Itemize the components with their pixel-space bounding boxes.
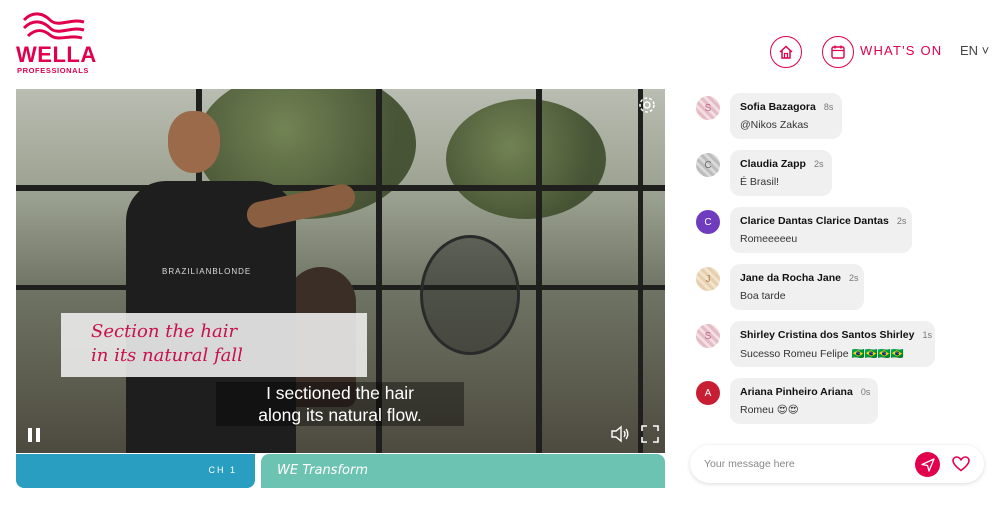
language-selector[interactable]: EN ˅ (960, 43, 989, 58)
chat-message: C Clarice Dantas Clarice Dantas 2s Romeee… (690, 204, 990, 254)
chat-message: S Sofia Bazagora 8s @Nikos Zakas (690, 90, 990, 140)
channel-tab-1[interactable]: CH 1 (16, 454, 255, 488)
chat-bubble: Claudia Zapp 2s É Brasil! (730, 150, 832, 196)
fullscreen-button[interactable] (641, 425, 659, 448)
chat-bubble: Shirley Cristina dos Santos Shirley 1s Su… (730, 321, 935, 367)
chat-text: Romeu 😍😍 (740, 404, 799, 416)
send-icon (920, 457, 935, 472)
chat-panel: S Sofia Bazagora 8s @Nikos Zakas C Claudi… (690, 88, 990, 433)
chat-time: 2s (813, 159, 824, 169)
subtitle-line-2: along its natural flow. (258, 405, 422, 425)
overlay-line-2: in its natural fall (91, 345, 243, 366)
avatar: C (696, 210, 720, 234)
chat-author: Jane da Rocha Jane (740, 272, 841, 284)
home-icon (779, 45, 793, 59)
chat-text: @Nikos Zakas (740, 119, 809, 131)
hanging-chair (420, 235, 520, 355)
video-player[interactable]: BRAZILIANBLONDE Section the hair in its … (16, 89, 665, 453)
subtitle-line-1: I sectioned the hair (266, 383, 414, 403)
chat-time: 8s (823, 102, 834, 112)
message-input[interactable] (704, 455, 904, 473)
fullscreen-icon (641, 425, 659, 443)
volume-button[interactable] (610, 425, 630, 448)
avatar: A (696, 381, 720, 405)
chat-author: Claudia Zapp (740, 158, 806, 170)
volume-icon (611, 425, 629, 443)
chat-text: É Brasil! (740, 176, 780, 188)
chat-time: 0s (860, 387, 871, 397)
channel-tab-2-label: WE Transform (277, 463, 368, 478)
wella-logo[interactable]: WELLA PROFESSIONALS (14, 10, 104, 75)
chat-text: Sucesso Romeu Felipe 🇧🇷🇧🇷🇧🇷🇧🇷 (740, 348, 904, 360)
chat-text: Boa tarde (740, 290, 786, 302)
home-button[interactable] (770, 36, 802, 68)
wella-wave-icon (22, 12, 85, 40)
overlay-line-1: Section the hair (91, 321, 238, 342)
chat-message: C Claudia Zapp 2s É Brasil! (690, 147, 990, 197)
window-frame (638, 89, 643, 453)
chat-message: J Jane da Rocha Jane 2s Boa tarde (690, 261, 990, 311)
apron-text: BRAZILIANBLONDE (162, 267, 252, 276)
avatar: J (696, 267, 720, 291)
settings-icon (639, 97, 655, 113)
heart-icon (952, 456, 970, 472)
chat-message: S Shirley Cristina dos Santos Shirley 1s … (690, 318, 990, 368)
chat-composer (690, 445, 984, 483)
presenter-head (168, 111, 220, 173)
settings-button[interactable] (637, 95, 657, 120)
chat-bubble: Jane da Rocha Jane 2s Boa tarde (730, 264, 864, 310)
like-button[interactable] (952, 456, 970, 477)
pause-button[interactable] (26, 426, 42, 449)
avatar: S (696, 324, 720, 348)
step-overlay-card: Section the hair in its natural fall (61, 313, 367, 377)
channel-tab-2[interactable]: WE Transform (261, 454, 665, 488)
whats-on-button[interactable] (822, 36, 854, 68)
chat-time: 2s (896, 216, 907, 226)
chat-time: 2s (848, 273, 859, 283)
chat-bubble: Clarice Dantas Clarice Dantas 2s Romeeeee… (730, 207, 912, 253)
chat-author: Shirley Cristina dos Santos Shirley (740, 329, 915, 341)
chat-bubble: Ariana Pinheiro Ariana 0s Romeu 😍😍 (730, 378, 878, 424)
chat-time: 1s (922, 330, 932, 340)
chat-author: Clarice Dantas Clarice Dantas (740, 215, 889, 227)
brand-subtitle: PROFESSIONALS (17, 66, 89, 75)
send-button[interactable] (915, 452, 940, 477)
pause-icon (28, 428, 40, 442)
channel-tab-1-label: CH 1 (208, 465, 237, 475)
brand-name: WELLA (16, 42, 97, 67)
avatar: C (696, 153, 720, 177)
avatar: S (696, 96, 720, 120)
chat-bubble: Sofia Bazagora 8s @Nikos Zakas (730, 93, 842, 139)
video-subtitle: I sectioned the hair along its natural f… (216, 382, 464, 426)
chat-message: A Ariana Pinheiro Ariana 0s Romeu 😍😍 (690, 375, 990, 425)
whats-on-link[interactable]: WHAT'S ON (860, 43, 942, 58)
video-tree (446, 99, 606, 219)
chat-author: Ariana Pinheiro Ariana (740, 386, 853, 398)
chat-author: Sofia Bazagora (740, 101, 816, 113)
calendar-icon (831, 45, 845, 59)
chat-text: Romeeeeeu (740, 233, 798, 245)
window-frame (536, 89, 542, 453)
